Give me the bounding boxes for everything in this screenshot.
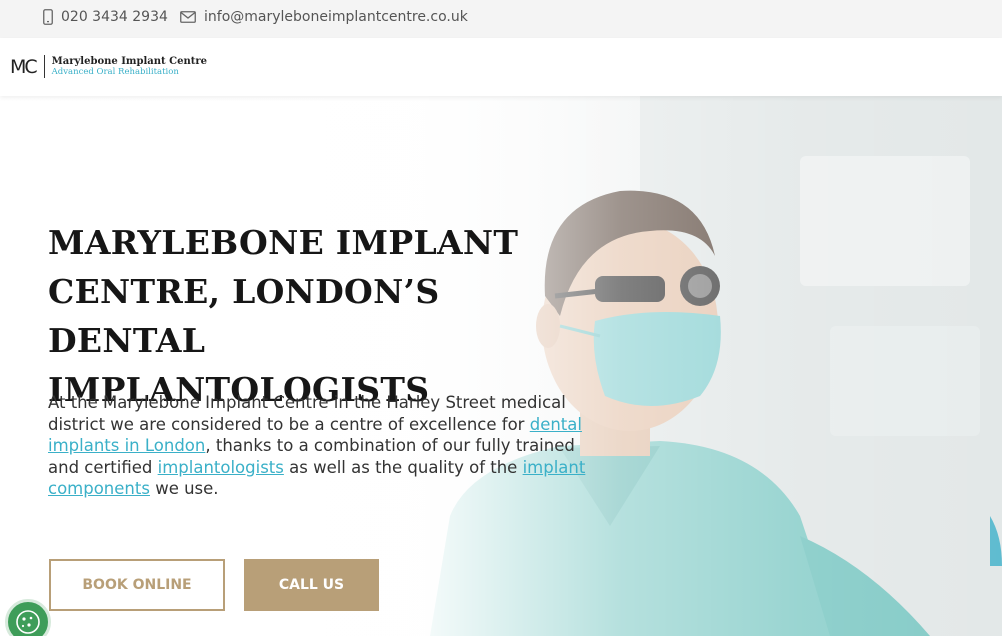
- top-contact-bar: 020 3434 2934 info@maryleboneimplantcent…: [0, 0, 1002, 38]
- hero-title-line-1: MARYLEBONE IMPLANT: [48, 223, 519, 262]
- hero-section: MARYLEBONE IMPLANT CENTRE, LONDON’S DENT…: [0, 96, 1002, 636]
- phone-icon: [43, 9, 53, 25]
- site-logo[interactable]: MC Marylebone Implant Centre Advanced Or…: [10, 55, 207, 78]
- implantologists-link[interactable]: implantologists: [158, 458, 284, 477]
- hero-title: MARYLEBONE IMPLANT CENTRE, LONDON’S DENT…: [48, 218, 608, 414]
- envelope-icon: [180, 11, 196, 23]
- logo-monogram: MC: [10, 55, 38, 78]
- intro-text-part-4: we use.: [149, 479, 219, 498]
- email-address: info@maryleboneimplantcentre.co.uk: [204, 9, 468, 25]
- email-link[interactable]: info@maryleboneimplantcentre.co.uk: [180, 9, 468, 25]
- phone-link[interactable]: 020 3434 2934: [43, 9, 168, 25]
- logo-name: Marylebone Implant Centre: [51, 55, 207, 67]
- call-us-button[interactable]: Call Us: [244, 559, 379, 611]
- intro-text-part-3: as well as the quality of the: [283, 457, 523, 477]
- intro-text-part-1: At the Marylebone Implant Centre in the …: [48, 393, 566, 434]
- cookie-icon: [16, 610, 40, 634]
- hero-intro-text: At the Marylebone Implant Centre in the …: [48, 392, 593, 500]
- cookie-settings-button[interactable]: [5, 599, 51, 636]
- site-header: MC Marylebone Implant Centre Advanced Or…: [0, 38, 1002, 96]
- logo-tagline: Advanced Oral Rehabilitation: [51, 66, 179, 77]
- hero-title-line-2: CENTRE, LONDON’S DENTAL: [48, 272, 440, 360]
- phone-number: 020 3434 2934: [61, 9, 168, 25]
- book-online-button[interactable]: Book Online: [49, 559, 225, 611]
- logo-divider: [43, 55, 45, 78]
- logo-text: Marylebone Implant Centre Advanced Oral …: [52, 56, 207, 78]
